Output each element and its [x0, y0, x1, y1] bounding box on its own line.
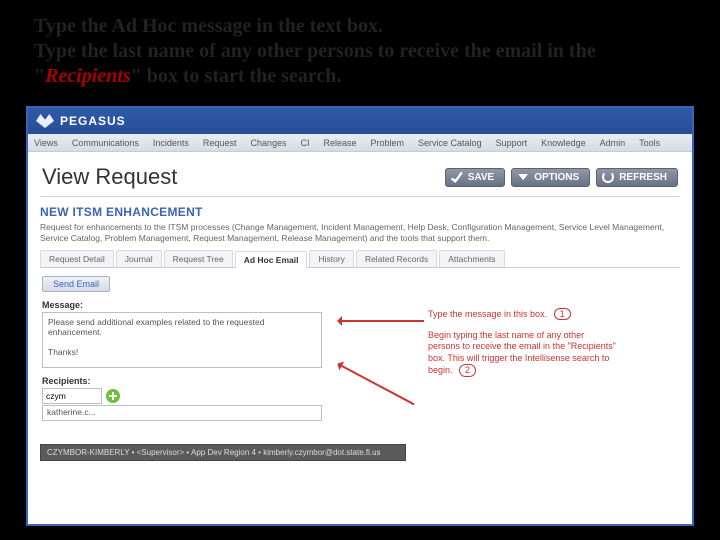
page-title: View Request — [42, 164, 177, 190]
recipients-input[interactable] — [42, 388, 102, 404]
slide-instructions: Type the Ad Hoc message in the text box.… — [0, 0, 720, 100]
callout-1: Type the message in this box. 1 — [428, 308, 571, 320]
callout-arrow-1 — [340, 320, 424, 322]
menu-service-catalog[interactable]: Service Catalog — [418, 138, 482, 148]
add-recipient-icon[interactable] — [106, 389, 120, 403]
save-button[interactable]: SAVE — [445, 168, 506, 187]
section-title: NEW ITSM ENHANCEMENT — [40, 205, 680, 219]
tab-ad-hoc-email[interactable]: Ad Hoc Email — [235, 251, 308, 268]
instruction-line1: Type the Ad Hoc message in the text box. — [34, 15, 383, 37]
menu-admin[interactable]: Admin — [600, 138, 626, 148]
menu-problem[interactable]: Problem — [371, 138, 405, 148]
recipients-label: Recipients: — [42, 376, 678, 386]
main-menu: Views Communications Incidents Request C… — [28, 134, 692, 152]
menu-ci[interactable]: CI — [300, 138, 309, 148]
tab-attachments[interactable]: Attachments — [439, 250, 504, 267]
recipient-selected-box[interactable]: katherine.c... — [42, 405, 322, 421]
menu-knowledge[interactable]: Knowledge — [541, 138, 586, 148]
adhoc-email-panel: Send Email Message: Please send addition… — [40, 268, 680, 429]
menu-tools[interactable]: Tools — [639, 138, 660, 148]
section-description: Request for enhancements to the ITSM pro… — [40, 222, 680, 244]
pegasus-logo-icon — [36, 114, 54, 128]
tab-history[interactable]: History — [309, 250, 353, 267]
app-brand: PEGASUS — [60, 114, 126, 128]
send-email-button[interactable]: Send Email — [42, 276, 110, 292]
message-textarea[interactable]: Please send additional examples related … — [42, 312, 322, 368]
app-screenshot: PEGASUS Views Communications Incidents R… — [26, 106, 694, 526]
menu-request[interactable]: Request — [203, 138, 237, 148]
recipients-keyword: Recipients — [45, 65, 131, 87]
menu-incidents[interactable]: Incidents — [153, 138, 189, 148]
menu-changes[interactable]: Changes — [250, 138, 286, 148]
callout-2-text: Begin typing the last name of any other … — [428, 330, 616, 375]
callout-2-number: 2 — [459, 364, 476, 377]
menu-release[interactable]: Release — [323, 138, 356, 148]
intellisense-suggestion[interactable]: CZYMBOR-KIMBERLY • <Supervisor> • App De… — [40, 444, 406, 461]
message-label: Message: — [42, 300, 678, 310]
instruction-line2b: " box to start the search. — [131, 65, 342, 87]
callout-2: Begin typing the last name of any other … — [428, 330, 618, 377]
tab-request-tree[interactable]: Request Tree — [164, 250, 233, 267]
tab-request-detail[interactable]: Request Detail — [40, 250, 114, 267]
tab-row: Request Detail Journal Request Tree Ad H… — [40, 250, 680, 268]
menu-views[interactable]: Views — [34, 138, 58, 148]
app-topbar: PEGASUS — [28, 108, 692, 134]
menu-communications[interactable]: Communications — [72, 138, 139, 148]
tab-journal[interactable]: Journal — [116, 250, 162, 267]
tab-related-records[interactable]: Related Records — [356, 250, 437, 267]
options-button[interactable]: OPTIONS — [511, 168, 590, 187]
callout-1-text: Type the message in this box. — [428, 309, 547, 319]
refresh-button[interactable]: REFRESH — [596, 168, 678, 187]
callout-1-number: 1 — [554, 308, 571, 320]
menu-support[interactable]: Support — [496, 138, 528, 148]
